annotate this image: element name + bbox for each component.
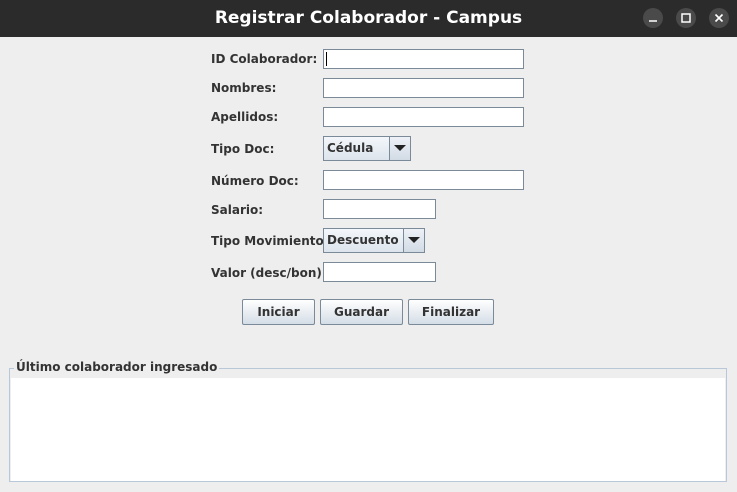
nombres-field[interactable] <box>323 78 524 98</box>
guardar-button[interactable]: Guardar <box>320 299 403 325</box>
salario-field[interactable] <box>323 199 436 219</box>
form-panel: ID Colaborador: Nombres: Apellidos: Tipo… <box>0 37 737 492</box>
minimize-icon <box>649 20 657 22</box>
nombres-label: Nombres: <box>211 81 277 95</box>
numero-doc-label: Número Doc: <box>211 174 299 188</box>
tipo-doc-dropdown-button[interactable] <box>389 137 410 160</box>
apellidos-field[interactable] <box>323 107 524 127</box>
tipo-movimiento-selected: Descuento <box>327 233 399 247</box>
tipo-movimiento-dropdown-button[interactable] <box>403 229 424 252</box>
tipo-movimiento-select[interactable]: Descuento <box>323 228 425 253</box>
iniciar-button[interactable]: Iniciar <box>242 299 315 325</box>
maximize-button[interactable] <box>676 8 696 28</box>
apellidos-label: Apellidos: <box>211 110 279 124</box>
ultimo-colaborador-text-area[interactable] <box>11 378 725 481</box>
minimize-button[interactable] <box>643 8 663 28</box>
id-colaborador-field[interactable] <box>323 49 524 69</box>
chevron-down-icon <box>408 237 420 243</box>
close-button[interactable] <box>709 8 729 28</box>
chevron-down-icon <box>394 145 406 151</box>
finalizar-button[interactable]: Finalizar <box>408 299 494 325</box>
numero-doc-field[interactable] <box>323 170 524 190</box>
tipo-doc-label: Tipo Doc: <box>211 142 275 156</box>
id-colaborador-label: ID Colaborador: <box>211 52 318 66</box>
valor-field[interactable] <box>323 262 436 282</box>
salario-label: Salario: <box>211 203 264 217</box>
close-icon <box>714 13 724 23</box>
valor-label: Valor (desc/bon): <box>211 266 327 280</box>
title-bar[interactable]: Registrar Colaborador - Campus <box>0 0 737 37</box>
window-title: Registrar Colaborador - Campus <box>214 8 523 28</box>
tipo-movimiento-label: Tipo Movimiento: <box>211 234 329 248</box>
tipo-doc-selected: Cédula <box>327 141 374 155</box>
maximize-icon <box>681 13 691 23</box>
ultimo-colaborador-title: Último colaborador ingresado <box>14 360 220 374</box>
tipo-doc-select[interactable]: Cédula <box>323 136 411 161</box>
